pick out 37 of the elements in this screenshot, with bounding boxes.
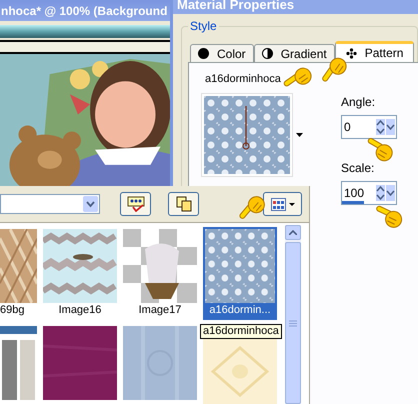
chevron-up-icon (289, 230, 297, 235)
dropdown-arrow-icon[interactable] (296, 132, 303, 136)
dropdown-arrow-icon (288, 202, 294, 206)
tooltip: a16dorminhoca (200, 324, 282, 339)
angle-label: Angle: (341, 94, 376, 111)
pattern-name: a16dorminhoca (204, 72, 282, 87)
angle-field[interactable]: 0 (341, 115, 397, 139)
pattern-tile[interactable]: a16dormin... (203, 227, 277, 320)
tab[interactable]: Color (190, 44, 254, 62)
chevron-down-icon[interactable] (386, 119, 395, 135)
pattern-tile[interactable]: 69bg (0, 227, 37, 320)
angle-needle-icon (240, 106, 252, 152)
dot-grid-icon (346, 48, 357, 58)
tile-label: Image17 (138, 303, 182, 317)
scale-field[interactable]: 100 (341, 181, 397, 205)
tab[interactable]: Pattern (334, 41, 414, 62)
copy-button[interactable] (168, 192, 199, 216)
grid-view-icon (270, 198, 286, 210)
tile-label: Image16 (58, 303, 102, 317)
chevron-down-icon[interactable] (386, 185, 395, 201)
tile-label: 69bg (0, 303, 26, 317)
checklist-button[interactable] (120, 192, 151, 216)
scale-label: Scale: (341, 160, 376, 177)
spin-arrows-icon[interactable] (376, 119, 385, 135)
grip-icon (289, 320, 297, 326)
window-title: nhoca* @ 100% (Background (1, 2, 168, 20)
view-menu-button[interactable] (263, 192, 302, 216)
spin-arrows-icon[interactable] (376, 185, 385, 201)
copy-icon (176, 196, 192, 212)
tab[interactable]: Gradient (254, 44, 335, 62)
checklist-icon (126, 196, 144, 212)
chevron-down-icon (83, 196, 98, 212)
tile-label: a16dormin... (208, 303, 272, 317)
pattern-tile[interactable]: Image17 (123, 227, 197, 320)
scroll-up-button[interactable] (285, 225, 301, 240)
pattern-tile[interactable]: Image16 (43, 227, 117, 320)
combo-box[interactable] (0, 194, 100, 214)
